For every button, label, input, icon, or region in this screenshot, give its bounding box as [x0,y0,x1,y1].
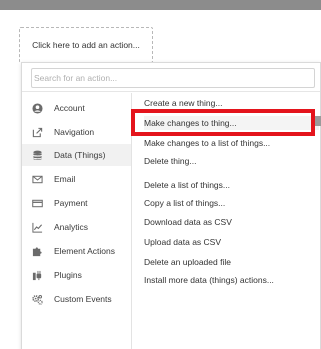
category-label: Email [54,174,76,184]
action-make-changes-to-list[interactable]: Make changes to a list of things... [144,136,319,150]
gears-icon [31,293,43,305]
action-list: Create a new thing... Make changes to th… [132,93,319,349]
category-account[interactable]: Account [22,97,131,119]
category-navigation[interactable]: Navigation [22,121,131,143]
top-bar [0,0,321,10]
category-plugins[interactable]: Plugins [22,264,131,286]
category-email[interactable]: Email [22,168,131,190]
database-icon [31,149,43,161]
plug-icon [31,269,43,281]
action-delete-list[interactable]: Delete a list of things... [144,178,319,192]
user-circle-icon [31,102,43,114]
action-create-new-thing[interactable]: Create a new thing... [144,96,319,110]
puzzle-icon [31,245,43,257]
category-label: Element Actions [54,246,115,256]
divider [22,91,320,92]
action-delete-thing[interactable]: Delete thing... [144,154,319,168]
credit-card-icon [31,197,43,209]
category-custom-events[interactable]: Custom Events [22,288,131,310]
action-download-csv[interactable]: Download data as CSV [144,215,319,229]
category-label: Payment [54,198,88,208]
action-upload-csv[interactable]: Upload data as CSV [144,235,319,249]
category-data-things[interactable]: Data (Things) [22,144,131,166]
action-make-changes-to-thing[interactable]: Make changes to thing... [144,116,319,130]
category-label: Data (Things) [54,150,106,160]
envelope-icon [31,173,43,185]
category-analytics[interactable]: Analytics [22,216,131,238]
action-copy-list[interactable]: Copy a list of things... [144,196,319,210]
external-link-icon [31,126,43,138]
category-label: Navigation [54,127,95,137]
scroll-edge [315,116,321,126]
add-action-button[interactable]: Click here to add an action... [19,27,153,63]
action-picker-dropdown: Account Navigation Data (Things) Email [21,62,321,349]
category-element-actions[interactable]: Element Actions [22,240,131,262]
category-label: Custom Events [54,294,112,304]
category-label: Analytics [54,222,89,232]
action-install-more[interactable]: Install more data (things) actions... [144,273,319,287]
action-search-input[interactable] [31,68,315,88]
category-label: Account [54,103,85,113]
page: Click here to add an action... Account N… [0,0,321,349]
category-payment[interactable]: Payment [22,192,131,214]
category-label: Plugins [54,270,82,280]
chart-line-icon [31,221,43,233]
category-list: Account Navigation Data (Things) Email P… [22,93,132,349]
action-delete-uploaded-file[interactable]: Delete an uploaded file [144,255,319,269]
